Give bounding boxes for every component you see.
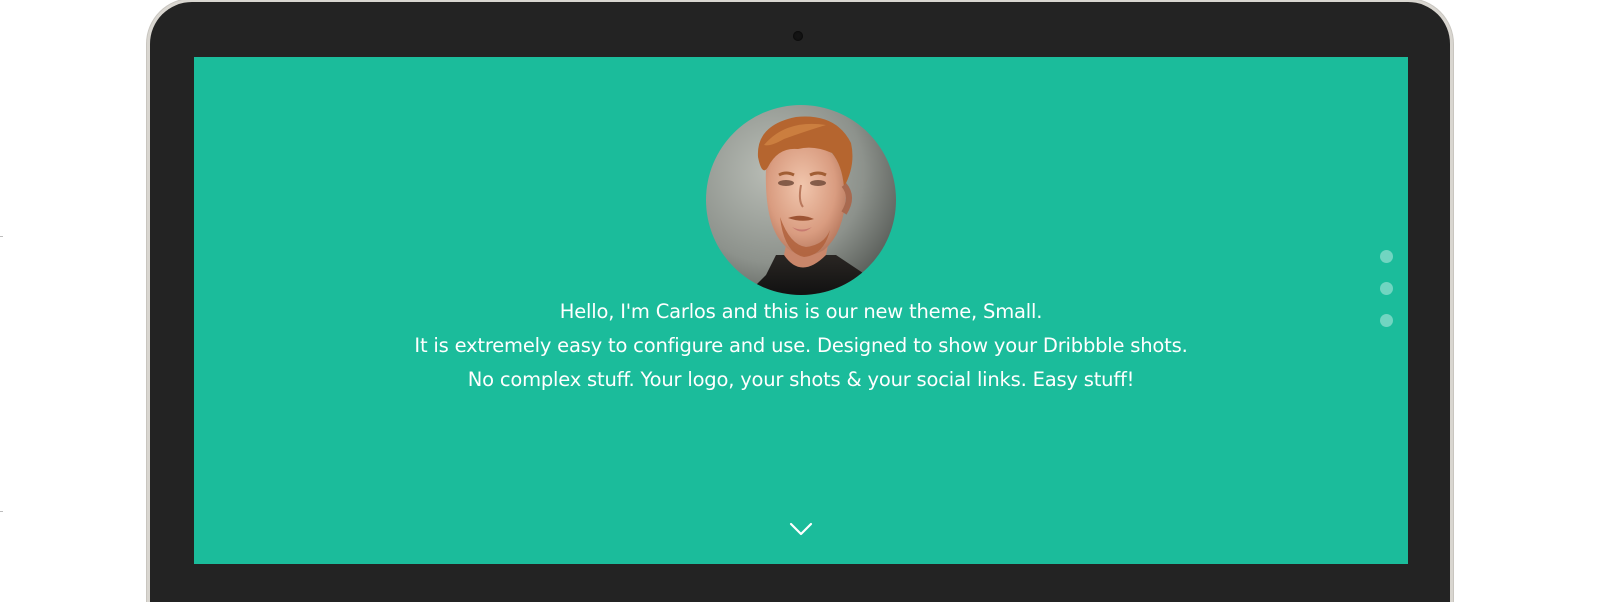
chevron-down-icon: [789, 522, 813, 536]
section-nav: [1380, 250, 1394, 346]
edge-mark: [0, 511, 3, 512]
section-nav-dot-3[interactable]: [1380, 314, 1393, 327]
intro-line-3: No complex stuff. Your logo, your shots …: [467, 368, 1135, 391]
person-portrait-icon: [706, 105, 896, 295]
hero-section: Hello, I'm Carlos and this is our new th…: [194, 57, 1408, 564]
intro-text: Hello, I'm Carlos and this is our new th…: [194, 295, 1408, 397]
section-nav-dot-1[interactable]: [1380, 250, 1393, 263]
section-nav-dot-2[interactable]: [1380, 282, 1393, 295]
scroll-down-button[interactable]: [786, 519, 816, 539]
edge-mark: [0, 236, 3, 237]
intro-line-1: Hello, I'm Carlos and this is our new th…: [559, 300, 1043, 323]
intro-line-2: It is extremely easy to configure and us…: [414, 334, 1188, 357]
camera-icon: [793, 31, 803, 41]
avatar: [706, 105, 896, 295]
